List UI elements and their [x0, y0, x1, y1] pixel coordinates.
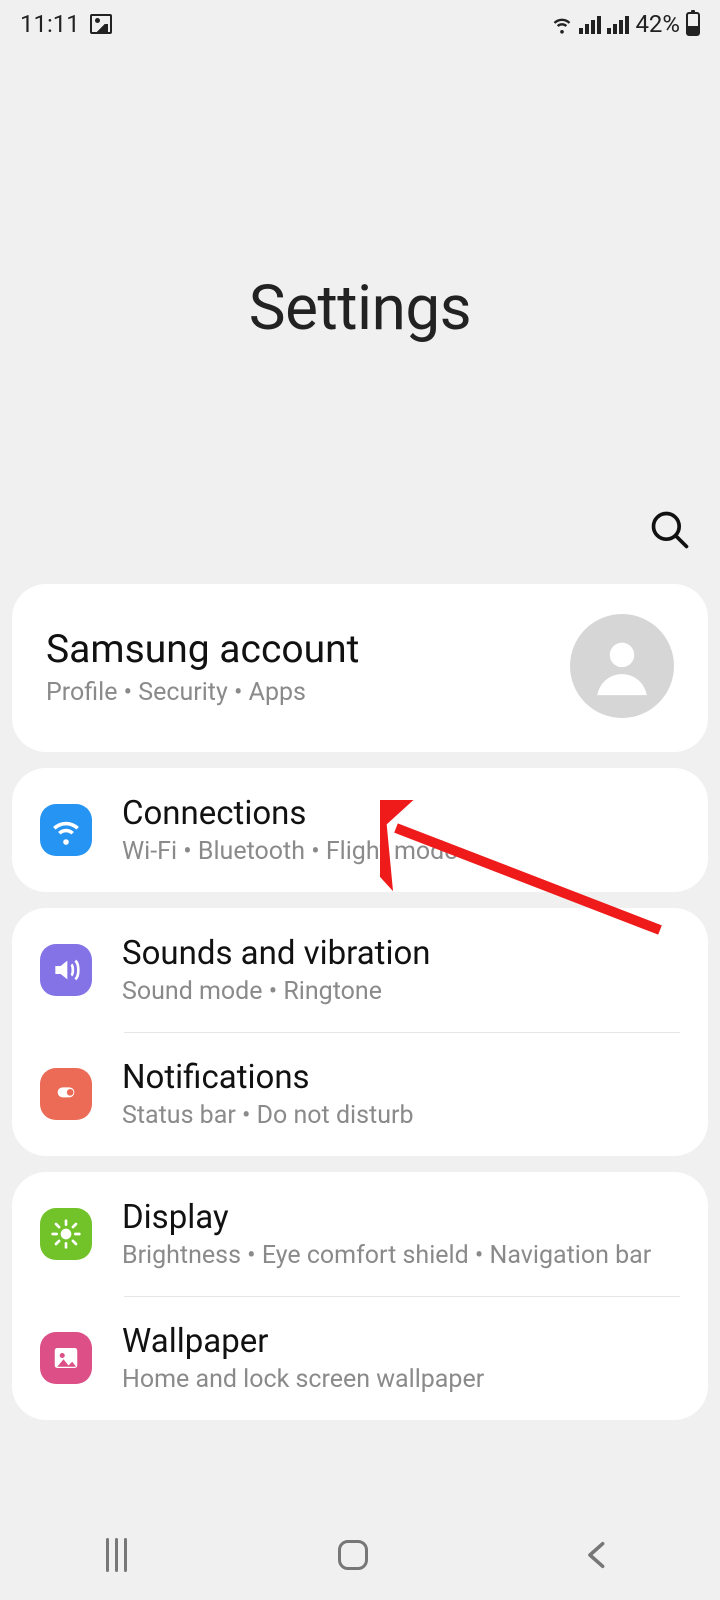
- image-icon: [40, 1332, 92, 1384]
- item-title: Sounds and vibration: [122, 934, 680, 973]
- item-title: Connections: [122, 794, 680, 833]
- signal-2-icon: [607, 14, 629, 34]
- nav-recents-button[interactable]: [106, 1538, 127, 1572]
- signal-1-icon: [579, 14, 601, 34]
- item-subtitle: Brightness • Eye comfort shield • Naviga…: [122, 1241, 680, 1270]
- status-battery-text: 42%: [635, 10, 680, 38]
- group-connections: Connections Wi-Fi • Bluetooth • Flight m…: [12, 768, 708, 892]
- group-display-wallpaper: Display Brightness • Eye comfort shield …: [12, 1172, 708, 1420]
- screenshot-icon: [90, 14, 112, 34]
- item-connections[interactable]: Connections Wi-Fi • Bluetooth • Flight m…: [12, 768, 708, 892]
- item-display[interactable]: Display Brightness • Eye comfort shield …: [12, 1172, 708, 1296]
- hero: Settings: [0, 48, 720, 568]
- nav-back-button[interactable]: [580, 1538, 614, 1572]
- nav-home-button[interactable]: [338, 1540, 368, 1570]
- toggle-icon: [40, 1068, 92, 1120]
- status-bar: 11:11 42%: [0, 0, 720, 48]
- person-icon: [587, 631, 657, 701]
- item-notifications[interactable]: Notifications Status bar • Do not distur…: [12, 1032, 708, 1156]
- item-subtitle: Wi-Fi • Bluetooth • Flight mode: [122, 837, 680, 866]
- item-title: Wallpaper: [122, 1322, 680, 1361]
- group-sounds-notifications: Sounds and vibration Sound mode • Ringto…: [12, 908, 708, 1156]
- search-button[interactable]: [648, 508, 692, 556]
- battery-icon: [686, 12, 700, 36]
- wifi-icon: [40, 804, 92, 856]
- item-subtitle: Status bar • Do not disturb: [122, 1101, 680, 1130]
- account-subtitle: Profile • Security • Apps: [46, 678, 570, 707]
- speaker-icon: [40, 944, 92, 996]
- account-title: Samsung account: [46, 626, 570, 672]
- item-sounds[interactable]: Sounds and vibration Sound mode • Ringto…: [12, 908, 708, 1032]
- avatar[interactable]: [570, 614, 674, 718]
- account-card[interactable]: Samsung account Profile • Security • App…: [12, 584, 708, 752]
- item-subtitle: Sound mode • Ringtone: [122, 977, 680, 1006]
- wifi-status-icon: [551, 13, 573, 35]
- item-title: Display: [122, 1198, 680, 1237]
- item-subtitle: Home and lock screen wallpaper: [122, 1365, 680, 1394]
- item-wallpaper[interactable]: Wallpaper Home and lock screen wallpaper: [12, 1296, 708, 1420]
- status-time: 11:11: [20, 10, 80, 38]
- item-title: Notifications: [122, 1058, 680, 1097]
- page-title: Settings: [249, 272, 471, 345]
- sun-icon: [40, 1208, 92, 1260]
- search-icon: [648, 508, 692, 552]
- system-navbar: [0, 1510, 720, 1600]
